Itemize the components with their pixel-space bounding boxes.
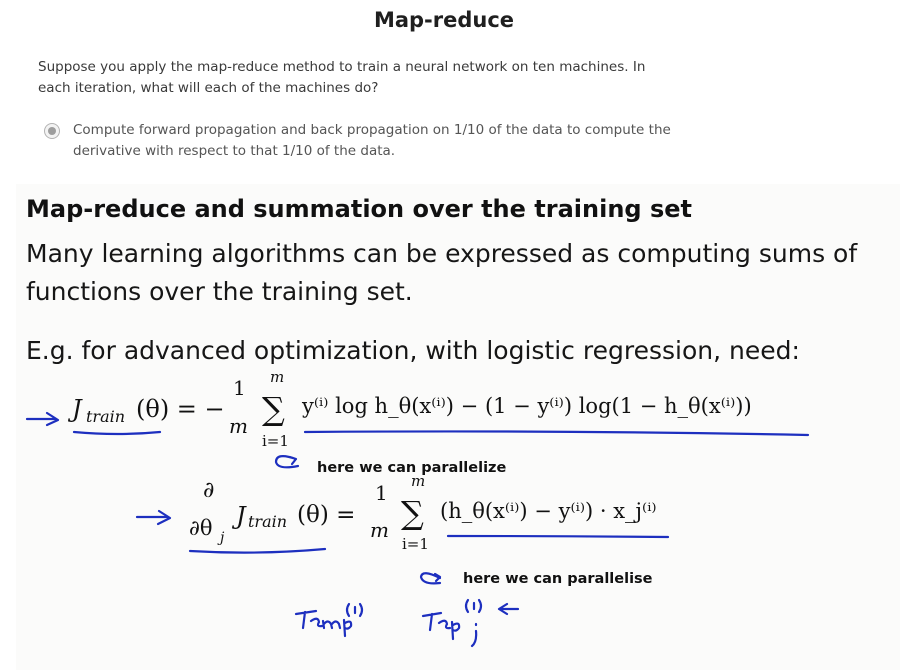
handwritten-temp-right	[421, 611, 461, 641]
arrow-icon	[135, 509, 172, 526]
underline-body2	[446, 534, 670, 539]
return-arrow-icon	[274, 455, 300, 469]
underline-lhs1	[72, 430, 162, 436]
handwritten-superscript-left	[345, 602, 364, 618]
handwritten-superscript-right	[464, 598, 483, 614]
handwritten-temp-left	[294, 609, 353, 638]
left-arrow-icon	[497, 602, 520, 616]
arrow-icon	[25, 411, 60, 427]
underline-body1	[303, 430, 810, 437]
pen-annotations	[25, 411, 810, 648]
handwritten-subscript-j	[470, 622, 478, 648]
underline-lhs2	[188, 547, 327, 554]
return-arrow-icon	[419, 572, 442, 585]
